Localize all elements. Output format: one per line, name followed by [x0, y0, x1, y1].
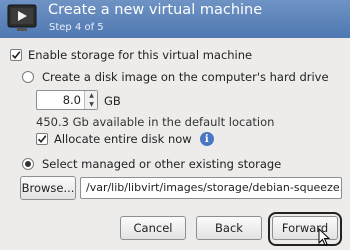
mouse-cursor-icon	[318, 228, 331, 246]
enable-storage-label: Enable storage for this virtual machine	[28, 48, 253, 62]
create-disk-label: Create a disk image on the computer's ha…	[42, 70, 329, 84]
back-label: Back	[215, 221, 243, 235]
managed-storage-label: Select managed or other existing storage	[42, 157, 282, 171]
size-unit-label: GB	[104, 94, 121, 108]
checkbox-checked-icon	[36, 133, 48, 145]
wizard-title: Create a new virtual machine	[48, 2, 263, 18]
checkbox-checked-icon	[10, 49, 22, 61]
radio-unselected-icon	[22, 71, 34, 83]
vm-screen-icon	[7, 4, 37, 31]
wizard-header: Create a new virtual machine Step 4 of 5	[0, 0, 350, 38]
cancel-button[interactable]: Cancel	[120, 216, 186, 240]
storage-path-input[interactable]: /var/lib/libvirt/images/storage/debian-s…	[80, 177, 342, 199]
info-icon[interactable]: i	[199, 132, 214, 146]
wizard-step: Step 4 of 5	[49, 22, 104, 33]
disk-size-value: 8.0	[62, 93, 81, 107]
enable-storage-checkbox[interactable]: Enable storage for this virtual machine	[10, 48, 252, 62]
spinner-buttons[interactable]: ▲ ▼	[84, 91, 97, 109]
spin-up-icon[interactable]: ▲	[85, 91, 98, 100]
spin-down-icon[interactable]: ▼	[85, 100, 98, 109]
managed-storage-radio[interactable]: Select managed or other existing storage	[22, 157, 281, 171]
radio-selected-icon	[22, 158, 34, 170]
disk-size-spinner[interactable]: 8.0 ▲ ▼	[36, 90, 98, 110]
back-button[interactable]: Back	[196, 216, 262, 240]
create-disk-radio[interactable]: Create a disk image on the computer's ha…	[22, 70, 329, 84]
browse-button[interactable]: Browse...	[20, 176, 76, 200]
available-space-text: 450.3 Gb available in the default locati…	[36, 115, 275, 129]
cancel-label: Cancel	[133, 221, 173, 235]
allocate-disk-checkbox[interactable]: Allocate entire disk now i	[36, 132, 214, 146]
allocate-disk-label: Allocate entire disk now	[54, 132, 192, 146]
browse-label: Browse...	[21, 181, 75, 195]
